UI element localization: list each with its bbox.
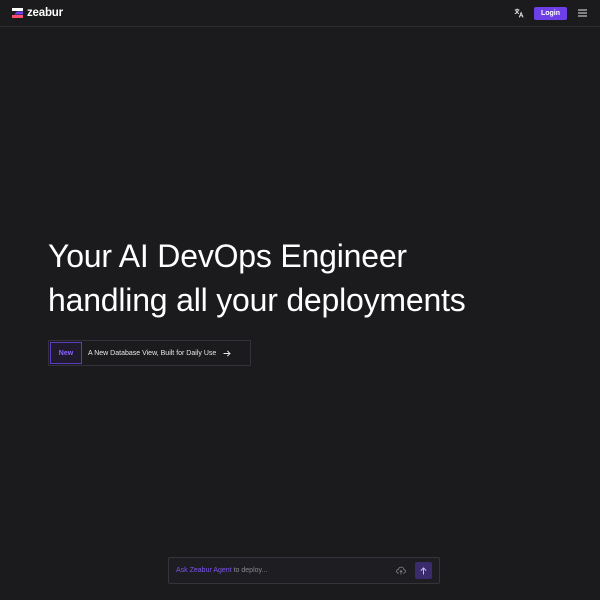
brand-logo[interactable]: zeabur [12,7,63,19]
agent-prompt-input[interactable]: Ask Zeabur Agent to deploy... [168,557,440,584]
arrow-up-icon [420,566,427,574]
hero-section: Your AI DevOps Engineer handling all you… [48,234,466,322]
arrow-right-icon [223,349,231,357]
hero-title-line-2: handling all your deployments [48,282,466,318]
page: zeabur Login Your AI DevOps Engineer han… [0,0,600,600]
agent-prompt-placeholder[interactable]: Ask Zeabur Agent to deploy... [176,567,396,574]
top-navigation: zeabur Login [0,0,600,27]
login-button[interactable]: Login [533,6,567,20]
upload-cloud-icon[interactable] [396,566,406,576]
new-badge: New [50,342,82,364]
brand-name: zeabur [27,7,63,19]
agent-prompt-rest: to deploy... [231,567,268,574]
hero-title: Your AI DevOps Engineer handling all you… [48,234,466,322]
announcement-text: A New Database View, Built for Daily Use [88,349,217,357]
hero-title-line-1: Your AI DevOps Engineer [48,238,407,274]
header-actions: Login [512,6,589,20]
translate-icon[interactable] [512,6,526,20]
zeabur-logo-icon [12,8,23,18]
hamburger-menu-icon[interactable] [575,6,589,20]
send-button[interactable] [415,562,432,579]
agent-prompt-highlight: Ask Zeabur Agent [176,567,232,574]
announcement-banner[interactable]: New A New Database View, Built for Daily… [48,340,251,366]
